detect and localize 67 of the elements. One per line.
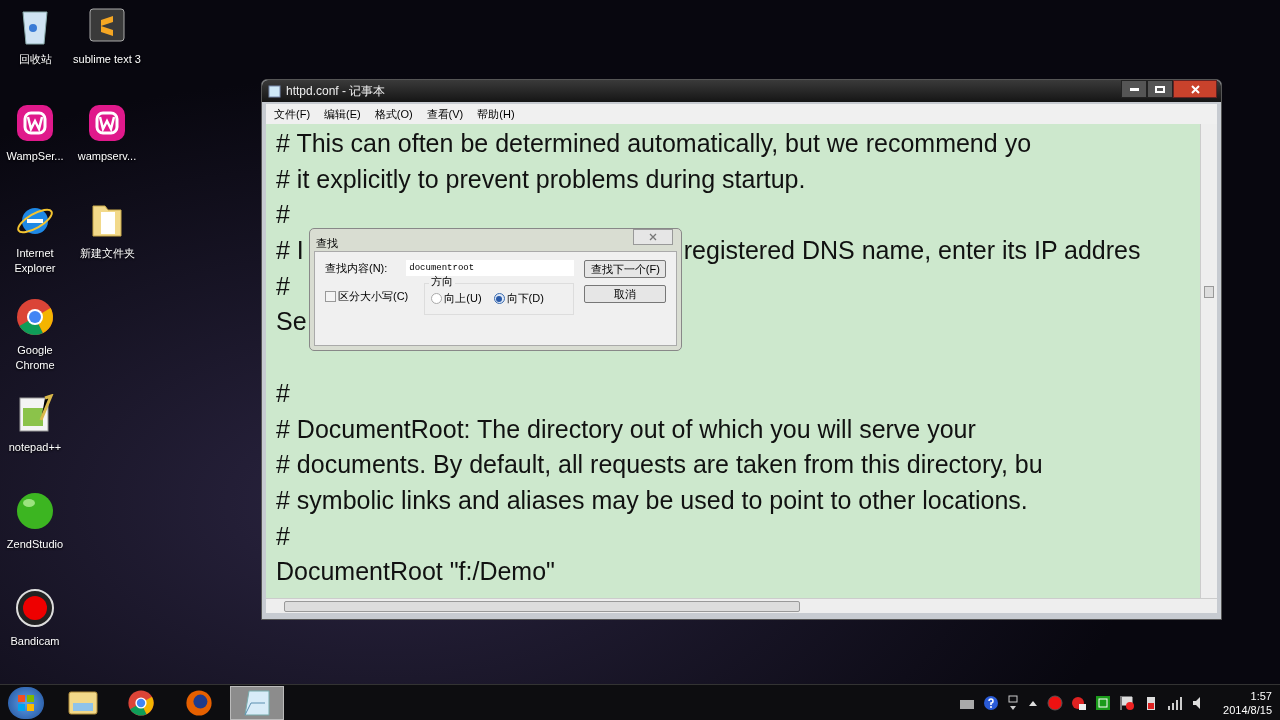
- dialog-title: 查找: [316, 236, 338, 251]
- desktop-icon-label[interactable]: ZendStudio: [0, 537, 70, 552]
- desktop-icon-label[interactable]: notepad++: [0, 440, 70, 455]
- flag-icon[interactable]: [1119, 694, 1136, 711]
- desktop-icon-label[interactable]: Google Chrome: [0, 343, 70, 373]
- text-line: # I: [276, 235, 304, 267]
- notepad-icon: [241, 688, 273, 717]
- text-line: registered DNS name, enter its IP addres: [683, 235, 1141, 267]
- text-line: Se: [276, 306, 307, 338]
- direction-label: 方向: [429, 275, 456, 287]
- record-screen-icon[interactable]: [1071, 694, 1088, 711]
- find-next-button[interactable]: 查找下一个(F): [584, 260, 667, 278]
- start-button[interactable]: [8, 686, 44, 719]
- minimize-button[interactable]: [1121, 80, 1147, 98]
- window-switch-icon[interactable]: [1007, 694, 1020, 711]
- cancel-button[interactable]: 取消: [584, 285, 667, 303]
- window-title: httpd.conf - 记事本: [286, 83, 386, 100]
- text-line: #: [276, 520, 290, 552]
- find-label: 查找内容(N):: [325, 261, 388, 276]
- match-case-checkbox[interactable]: 区分大小写(C): [325, 288, 409, 305]
- clock-time[interactable]: 1:57: [1250, 688, 1272, 703]
- direction-radio[interactable]: 向上(U): [431, 290, 482, 307]
- menu-item[interactable]: 格式(O): [374, 105, 413, 123]
- find-input-field[interactable]: documentroot: [406, 260, 575, 277]
- desktop-icon-label[interactable]: 回收站: [0, 52, 70, 67]
- text-line: #: [276, 199, 290, 231]
- maximize-button[interactable]: [1147, 80, 1173, 98]
- record-icon[interactable]: [1047, 694, 1064, 711]
- sphere-icon: [15, 491, 55, 531]
- folder-icon: [67, 688, 99, 717]
- text-line: # it explicitly to prevent problems during startup.: [276, 163, 806, 195]
- direction-radio[interactable]: 向下(D): [493, 290, 544, 307]
- desktop-icon-label[interactable]: Bandicam: [0, 634, 70, 649]
- text-line: #: [276, 377, 290, 409]
- desktop-icon-label[interactable]: 新建文件夹: [72, 246, 142, 261]
- browser-logo-icon: [185, 688, 213, 717]
- app-logo-icon[interactable]: [1095, 694, 1112, 711]
- desktop-icon-label[interactable]: WampSer...: [0, 149, 70, 164]
- menu-item[interactable]: 帮助(H): [477, 105, 515, 123]
- help-icon[interactable]: [983, 694, 1000, 711]
- horizontal-scrollbar[interactable]: [266, 598, 1217, 613]
- app-logo-icon: [87, 103, 127, 143]
- text-line: # This can often be determined automatically, but we recommend yo: [276, 128, 1032, 159]
- menu-item[interactable]: 文件(F): [274, 105, 311, 123]
- desktop-icon-label[interactable]: Internet Explorer: [0, 246, 70, 276]
- menu-item[interactable]: 查看(V): [426, 105, 464, 123]
- browser-logo-icon: [15, 297, 55, 337]
- desktop-icon-label[interactable]: wampserv...: [72, 149, 142, 164]
- close-icon: [649, 233, 657, 241]
- text-line: # documents. By default, all requests are taken from this directory, bu: [276, 449, 1043, 481]
- vertical-scrollbar[interactable]: [1200, 124, 1217, 598]
- notepad-icon: [268, 84, 281, 98]
- text-line: # DocumentRoot: The directory out of which you will serve your: [276, 413, 976, 445]
- close-button[interactable]: [1173, 80, 1217, 98]
- text-line: # symbolic links and aliases may be used to point to other locations.: [276, 484, 1028, 516]
- text-line: #: [276, 270, 290, 302]
- signal-bars-icon[interactable]: [1167, 694, 1184, 711]
- browser-logo-icon: [127, 688, 155, 717]
- windows-logo-icon: [18, 694, 34, 711]
- clock-date[interactable]: 2014/8/15: [1223, 702, 1272, 717]
- text-line: DocumentRoot "f:/Demo": [276, 556, 555, 588]
- menu-item[interactable]: 编辑(E): [324, 105, 361, 123]
- close-icon: [1190, 84, 1200, 94]
- desktop-icon-label[interactable]: sublime text 3: [72, 52, 142, 67]
- app-logo-icon: [15, 103, 55, 143]
- record-icon: [15, 588, 55, 628]
- taskbar-button[interactable]: [230, 685, 284, 720]
